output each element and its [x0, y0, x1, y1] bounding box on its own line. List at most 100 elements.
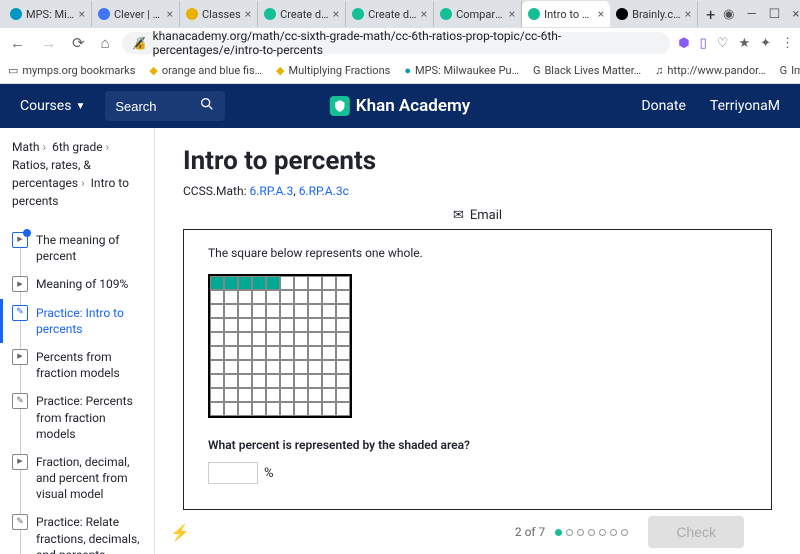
grid-cell	[308, 332, 322, 346]
lesson-item[interactable]: Percents from fraction models	[0, 343, 154, 387]
grid-cell	[280, 332, 294, 346]
grid-cell	[280, 346, 294, 360]
progress-dot	[599, 529, 606, 536]
browser-tab[interactable]: Brainly.com×	[610, 1, 698, 27]
grid-cell	[336, 332, 350, 346]
close-icon[interactable]: ×	[685, 7, 691, 21]
lesson-item[interactable]: Meaning of 109%	[0, 270, 154, 298]
search-icon[interactable]	[199, 96, 215, 116]
bookmark[interactable]: GImage result for gif…	[780, 64, 800, 77]
back-button[interactable]: ←	[6, 34, 29, 52]
play-icon	[12, 276, 28, 292]
browser-tab[interactable]: Clever | Log i×	[92, 1, 180, 27]
email-button[interactable]: ✉ Email	[453, 208, 502, 223]
lesson-item[interactable]: Practice: Percents from fraction models	[0, 387, 154, 448]
browser-tab[interactable]: MPS: Milwau×	[4, 1, 92, 27]
donate-link[interactable]: Donate	[641, 98, 686, 114]
lesson-item-active[interactable]: Practice: Intro to percents	[0, 299, 154, 343]
lesson-item[interactable]: Fraction, decimal, and percent from visu…	[0, 448, 154, 509]
chevron-down-icon: ▼	[75, 101, 85, 112]
close-icon[interactable]: ×	[421, 7, 427, 21]
lesson-list: The meaning of percent Meaning of 109% P…	[0, 226, 154, 554]
close-icon[interactable]: ×	[79, 7, 85, 21]
extension-icon[interactable]: ★	[738, 36, 750, 51]
close-icon[interactable]: ×	[167, 7, 173, 21]
extension-icon[interactable]: ⬢	[678, 36, 689, 51]
grid-cell	[252, 318, 266, 332]
bookmark[interactable]: GBlack Lives Matter…	[533, 64, 641, 77]
lesson-item[interactable]: Practice: Relate fractions, decimals, an…	[0, 508, 154, 554]
extensions-menu-icon[interactable]: ✦	[760, 36, 771, 51]
grid-cell	[252, 402, 266, 416]
grid-cell	[336, 304, 350, 318]
bookmark[interactable]: ◆Multiplying Fractions	[276, 64, 390, 77]
grid-cell	[294, 318, 308, 332]
play-icon	[12, 232, 28, 248]
reload-button[interactable]: ⟳	[68, 34, 89, 52]
grid-cell	[336, 402, 350, 416]
brand[interactable]: Khan Academy	[330, 96, 470, 116]
grid-cell	[308, 374, 322, 388]
check-button[interactable]: Check	[648, 516, 744, 548]
progress-dot	[588, 529, 595, 536]
menu-icon[interactable]: ⋮	[781, 36, 794, 51]
grid-cell	[322, 290, 336, 304]
lesson-item[interactable]: The meaning of percent	[0, 226, 154, 270]
close-window-icon[interactable]: ×	[792, 7, 799, 22]
browser-tab[interactable]: Create doubl×	[258, 1, 346, 27]
breadcrumb-link[interactable]: Math	[12, 140, 40, 154]
play-icon	[12, 454, 28, 470]
answer-input[interactable]	[208, 462, 258, 484]
bookmark[interactable]: ◆orange and blue fis…	[149, 64, 262, 77]
standards: CCSS.Math: 6.RP.A.3, 6.RP.A.3c	[183, 184, 772, 198]
grid-cell	[210, 290, 224, 304]
grid-cell	[210, 276, 224, 290]
search-wrap[interactable]	[105, 91, 225, 121]
home-button[interactable]: ⌂	[97, 34, 114, 52]
bookmark[interactable]: ▭mymps.org bookmarks	[8, 64, 135, 77]
browser-tab-active[interactable]: Intro to perc×	[522, 1, 610, 27]
bookmark[interactable]: ♫http://www.pandor…	[655, 64, 765, 77]
extension-icon[interactable]: ▯	[700, 36, 707, 51]
search-input[interactable]	[115, 99, 195, 114]
pencil-icon	[12, 393, 28, 409]
user-menu[interactable]: TerriyonaM	[710, 98, 780, 114]
answer-row: %	[208, 462, 747, 484]
breadcrumb-link[interactable]: 6th grade	[52, 140, 102, 154]
grid-cell	[266, 360, 280, 374]
grid-cell	[336, 346, 350, 360]
extension-icon[interactable]: ♡	[717, 36, 729, 51]
grid-cell	[322, 360, 336, 374]
minimize-icon[interactable]: —	[747, 7, 757, 22]
grid-cell	[322, 304, 336, 318]
avatar-icon[interactable]: ◉	[723, 7, 734, 22]
forward-button[interactable]: →	[37, 34, 60, 52]
browser-tab[interactable]: Create doubl×	[346, 1, 434, 27]
pencil-icon	[12, 305, 28, 321]
courses-dropdown[interactable]: Courses ▼	[20, 98, 85, 114]
close-icon[interactable]: ×	[333, 7, 339, 21]
breadcrumb-link[interactable]: Ratios, rates, & percentages	[12, 158, 91, 190]
address-bar[interactable]: 🔏 khanacademy.org/math/cc-sixth-grade-ma…	[122, 32, 671, 54]
close-icon[interactable]: ×	[509, 7, 515, 21]
new-tab-button[interactable]: +	[698, 5, 723, 24]
standard-link[interactable]: 6.RP.A.3c	[299, 184, 349, 198]
standard-link[interactable]: 6.RP.A.3	[249, 184, 293, 198]
grid-cell	[252, 374, 266, 388]
close-icon[interactable]: ×	[598, 7, 604, 21]
grid-cell	[238, 388, 252, 402]
grid-cell	[210, 360, 224, 374]
browser-tab[interactable]: Classes×	[180, 1, 258, 27]
close-icon[interactable]: ×	[245, 7, 251, 21]
grid-cell	[308, 290, 322, 304]
browser-tab[interactable]: Comparing n×	[434, 1, 522, 27]
maximize-icon[interactable]: ☐	[769, 7, 781, 22]
grid-cell	[294, 290, 308, 304]
grid-cell	[224, 402, 238, 416]
streak-icon[interactable]: ⚡	[170, 523, 190, 542]
bookmark[interactable]: ●MPS: Milwaukee Pu…	[404, 64, 519, 77]
grid-cell	[224, 332, 238, 346]
url-text: khanacademy.org/math/cc-sixth-grade-math…	[153, 29, 661, 57]
grid-cell	[294, 346, 308, 360]
grid-cell	[266, 290, 280, 304]
